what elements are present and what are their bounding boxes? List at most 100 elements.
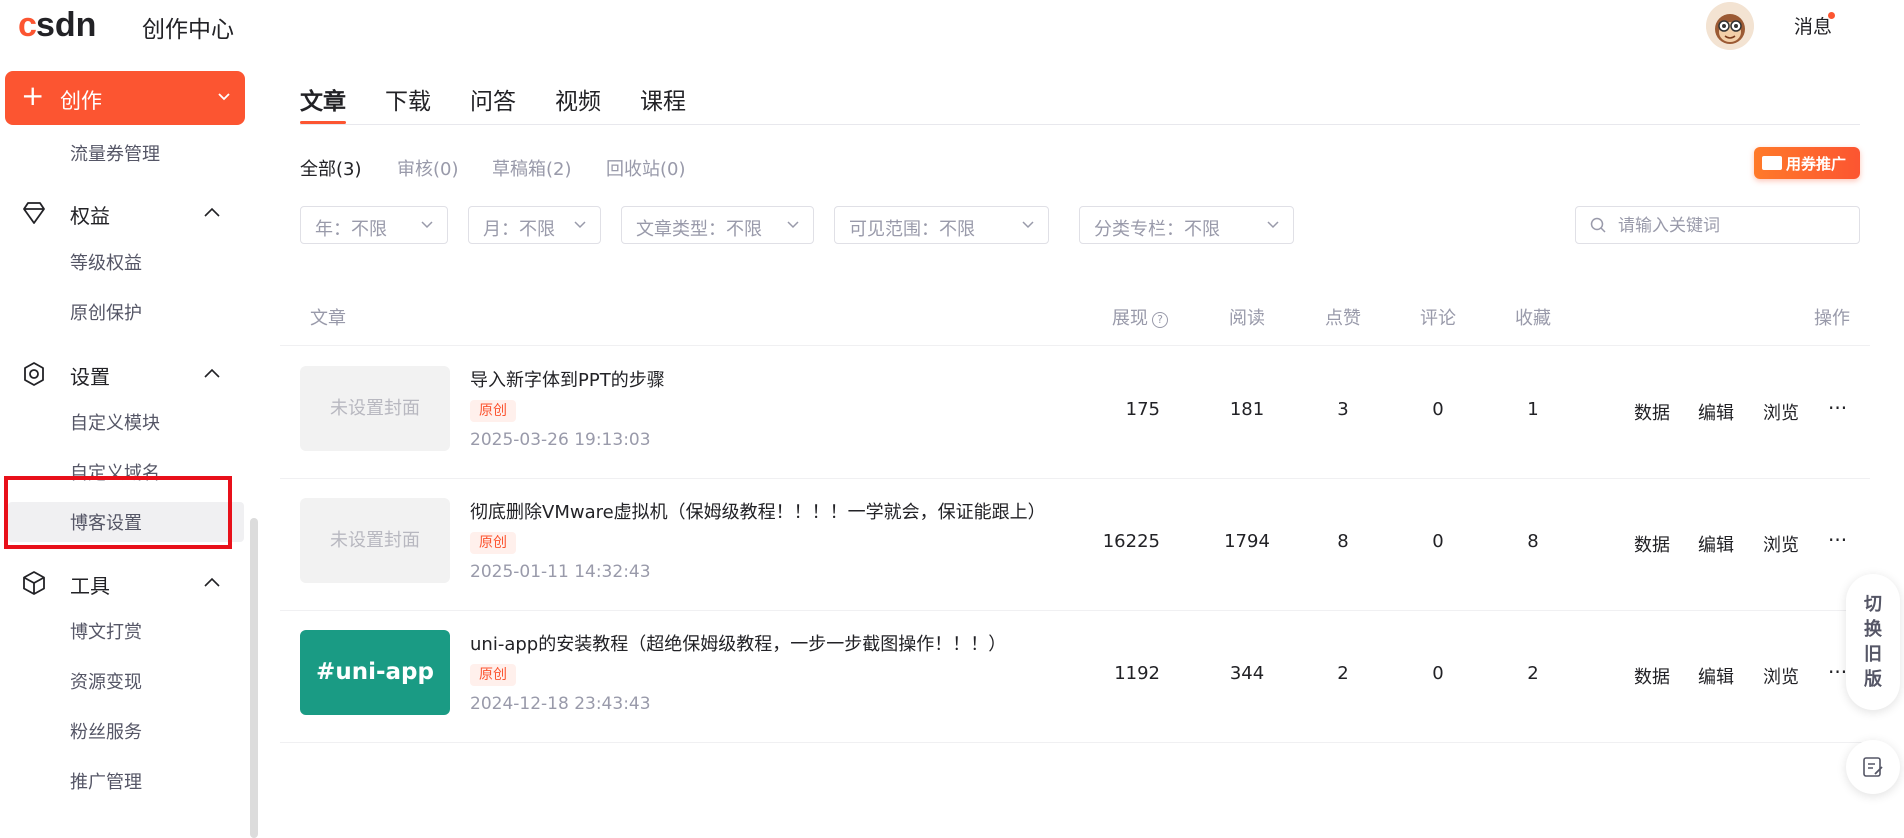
column-header-actions: 操作 xyxy=(1814,308,1850,329)
column-header-reads: 阅读 xyxy=(1229,308,1265,329)
article-title[interactable]: 导入新字体到PPT的步骤 xyxy=(470,366,665,392)
subtab-all[interactable]: 全部(3) xyxy=(300,155,362,181)
browse-link[interactable]: 浏览 xyxy=(1763,663,1799,689)
monkey-avatar-icon xyxy=(1706,2,1754,50)
annotation-highlight-box xyxy=(4,476,232,549)
article-cover-placeholder[interactable]: 未设置封面 xyxy=(300,366,450,451)
create-button-label: 创作 xyxy=(60,89,102,113)
search-icon xyxy=(1590,217,1606,233)
data-link[interactable]: 数据 xyxy=(1634,531,1670,557)
svg-text:sdn: sdn xyxy=(36,6,96,44)
views-count: 16225 xyxy=(1102,531,1160,552)
chevron-down-icon xyxy=(787,221,799,229)
article-date: 2024-12-18 23:43:43 xyxy=(470,694,651,714)
data-link[interactable]: 数据 xyxy=(1634,399,1670,425)
column-header-likes: 点赞 xyxy=(1325,308,1361,329)
ticket-icon xyxy=(1762,156,1782,170)
promo-label: 用券推广 xyxy=(1786,155,1847,173)
search-input[interactable] xyxy=(1616,213,1850,239)
messages-link[interactable]: 消息 xyxy=(1794,12,1832,39)
edit-link[interactable]: 编辑 xyxy=(1698,399,1734,425)
browse-link[interactable]: 浏览 xyxy=(1763,399,1799,425)
plus-icon: + xyxy=(21,79,45,112)
original-badge: 原创 xyxy=(470,664,516,686)
csdn-logo[interactable]: c sdn xyxy=(18,6,114,44)
tab-qa[interactable]: 问答 xyxy=(470,82,516,116)
more-actions-icon[interactable]: ··· xyxy=(1828,660,1847,684)
chevron-down-icon xyxy=(1022,221,1034,229)
chevron-down-icon xyxy=(574,221,586,229)
sidebar-scrollbar[interactable] xyxy=(250,518,258,838)
sidebar-group-label: 权益 xyxy=(70,204,110,228)
subtab-drafts[interactable]: 草稿箱(2) xyxy=(492,155,572,181)
active-tab-indicator xyxy=(300,121,346,124)
sidebar-group-settings[interactable]: 设置 xyxy=(20,357,225,391)
reads-count: 181 xyxy=(1229,399,1265,420)
svg-text:c: c xyxy=(18,6,37,44)
favorites-count: 8 xyxy=(1527,531,1539,552)
article-title[interactable]: uni-app的安装教程（超绝保姆级教程，一步一步截图操作！！！） xyxy=(470,630,1006,656)
browse-link[interactable]: 浏览 xyxy=(1763,531,1799,557)
message-notification-dot xyxy=(1828,12,1835,19)
tab-downloads[interactable]: 下载 xyxy=(385,82,431,116)
comments-count: 0 xyxy=(1432,531,1444,552)
csdn-logo-icon: c sdn xyxy=(18,6,96,44)
more-actions-icon[interactable]: ··· xyxy=(1828,396,1847,420)
column-header-article: 文章 xyxy=(310,308,346,329)
avatar[interactable] xyxy=(1706,2,1754,50)
filter-label: 分类专栏：不限 xyxy=(1094,219,1220,240)
edit-link[interactable]: 编辑 xyxy=(1698,663,1734,689)
column-header-views-label: 展现 xyxy=(1112,308,1148,329)
tab-articles[interactable]: 文章 xyxy=(300,82,346,116)
filter-label: 年：不限 xyxy=(315,219,387,240)
subtab-recycle-bin[interactable]: 回收站(0) xyxy=(606,155,686,181)
tab-courses[interactable]: 课程 xyxy=(640,82,686,116)
filter-label: 可见范围：不限 xyxy=(849,219,975,240)
switch-old-version-button[interactable]: 切 换 旧 版 xyxy=(1846,574,1900,710)
keyword-search[interactable] xyxy=(1575,206,1860,244)
chevron-down-icon xyxy=(218,93,230,101)
subtab-review[interactable]: 审核(0) xyxy=(397,155,459,181)
feedback-edit-button[interactable] xyxy=(1846,740,1900,794)
sidebar-item-original-protection[interactable]: 原创保护 xyxy=(70,299,142,325)
likes-count: 3 xyxy=(1337,399,1349,420)
table-row: 未设置封面 彻底删除VMware虚拟机（保姆级教程！！！！一学就会，保证能跟上）… xyxy=(280,478,1870,611)
chevron-up-icon xyxy=(204,577,220,587)
likes-count: 2 xyxy=(1337,663,1349,684)
sidebar-item-traffic-coupon[interactable]: 流量券管理 xyxy=(70,140,160,166)
create-button[interactable]: + 创作 xyxy=(5,71,245,125)
coupon-promotion-button[interactable]: 用券推广 xyxy=(1754,147,1860,179)
edit-link[interactable]: 编辑 xyxy=(1698,531,1734,557)
filter-category-column[interactable]: 分类专栏：不限 xyxy=(1079,206,1294,244)
sidebar-group-tools[interactable]: 工具 xyxy=(20,566,225,600)
sidebar-item-fan-service[interactable]: 粉丝服务 xyxy=(70,718,142,744)
article-title[interactable]: 彻底删除VMware虚拟机（保姆级教程！！！！一学就会，保证能跟上） xyxy=(470,498,1046,524)
favorites-count: 1 xyxy=(1527,399,1539,420)
column-header-views: 展现? xyxy=(1112,304,1168,330)
article-cover-image[interactable]: #uni-app xyxy=(300,630,450,715)
filter-article-type[interactable]: 文章类型：不限 xyxy=(621,206,814,244)
column-header-favorites: 收藏 xyxy=(1515,308,1551,329)
filter-year[interactable]: 年：不限 xyxy=(300,206,448,244)
original-badge: 原创 xyxy=(470,400,516,422)
article-cover-placeholder[interactable]: 未设置封面 xyxy=(300,498,450,583)
sidebar-item-blog-reward[interactable]: 博文打赏 xyxy=(70,618,142,644)
sidebar-item-resource-monetize[interactable]: 资源变现 xyxy=(70,668,142,694)
chevron-down-icon xyxy=(1267,221,1279,229)
filter-label: 文章类型：不限 xyxy=(636,219,762,240)
sidebar-group-benefits[interactable]: 权益 xyxy=(20,196,225,230)
chevron-down-icon xyxy=(421,221,433,229)
data-link[interactable]: 数据 xyxy=(1634,663,1670,689)
switch-char: 旧 xyxy=(1864,644,1882,665)
tab-videos[interactable]: 视频 xyxy=(555,82,601,116)
favorites-count: 2 xyxy=(1527,663,1539,684)
cube-icon xyxy=(23,571,45,595)
sidebar-item-custom-module[interactable]: 自定义模块 xyxy=(70,409,160,435)
sidebar-item-level-benefits[interactable]: 等级权益 xyxy=(70,249,142,275)
comments-count: 0 xyxy=(1432,663,1444,684)
help-icon[interactable]: ? xyxy=(1152,312,1168,328)
filter-month[interactable]: 月：不限 xyxy=(468,206,601,244)
filter-visibility[interactable]: 可见范围：不限 xyxy=(834,206,1049,244)
sidebar-item-promotion[interactable]: 推广管理 xyxy=(70,768,142,794)
more-actions-icon[interactable]: ··· xyxy=(1828,528,1847,552)
